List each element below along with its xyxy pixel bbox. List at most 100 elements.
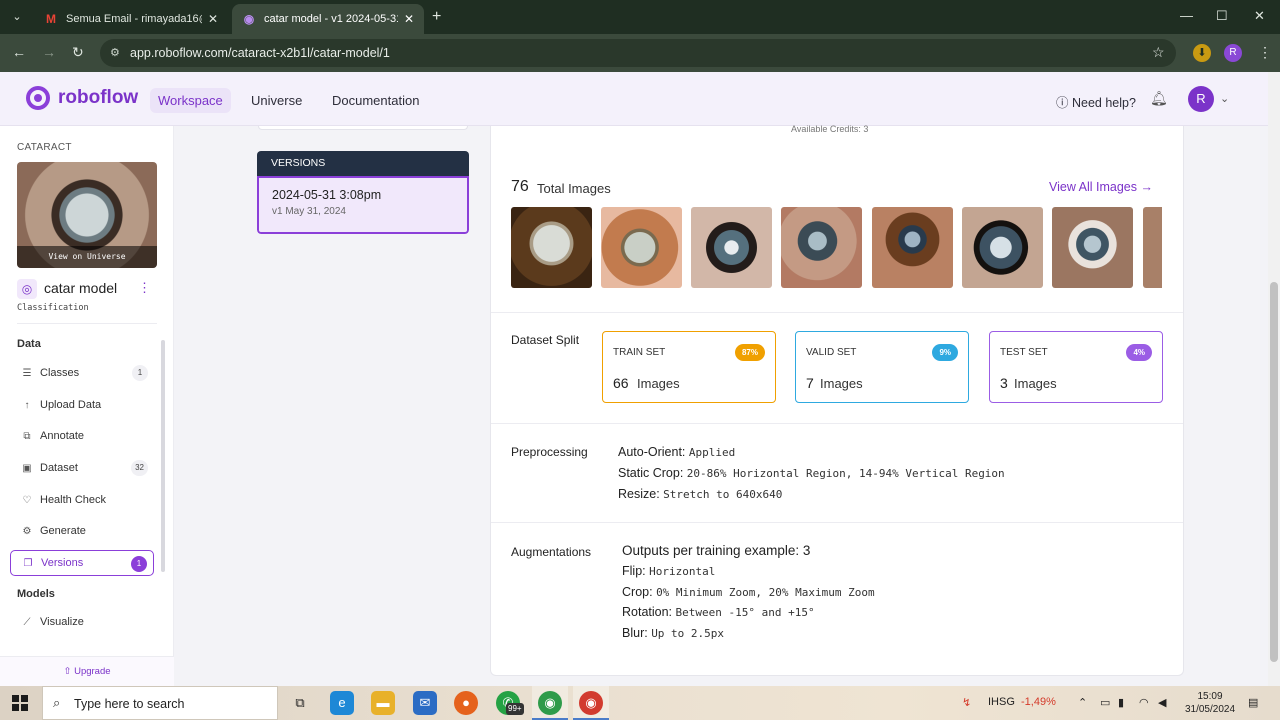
scrollbar-thumb[interactable]	[1270, 282, 1278, 662]
thumbnail-image[interactable]	[781, 207, 862, 288]
roboflow-icon: ◉	[243, 12, 255, 26]
volume-icon[interactable]: ◀	[1158, 696, 1166, 709]
generate-icon: ⚙	[22, 525, 32, 537]
thumbnail-image[interactable]	[1143, 207, 1162, 288]
profile-avatar[interactable]: R	[1224, 44, 1242, 62]
available-credits: Available Credits: 3	[791, 124, 869, 134]
thumbnail-image[interactable]	[1052, 207, 1133, 288]
nav-universe[interactable]: Universe	[243, 88, 310, 113]
stock-chart-icon[interactable]: ↯	[962, 696, 971, 709]
total-images-count: 76	[511, 178, 529, 195]
close-tab-icon[interactable]: ✕	[404, 12, 414, 26]
section-data: Data	[17, 338, 41, 350]
upgrade-button[interactable]: ⇧ Upgrade	[0, 656, 174, 686]
view-all-images-link[interactable]: View All Images →	[1049, 180, 1153, 194]
taskbar-search-box[interactable]: ⌕ Type here to search	[42, 686, 278, 720]
valid-percent-badge: 9%	[932, 344, 958, 361]
new-tab-button[interactable]: +	[432, 8, 441, 26]
sidebar-item-upload-data[interactable]: ↑ Upload Data	[10, 392, 154, 418]
divider	[491, 423, 1183, 424]
need-help-link[interactable]: ⓘ Need help?	[1056, 92, 1136, 111]
close-window-icon[interactable]: ✕	[1254, 8, 1265, 24]
chrome-icon[interactable]: ◉	[538, 691, 562, 715]
thumbnail-image[interactable]	[511, 207, 592, 288]
firefox-icon[interactable]: ●	[454, 691, 478, 715]
minimize-icon[interactable]: —	[1180, 8, 1193, 23]
battery-icon[interactable]: ▮	[1118, 696, 1124, 709]
whatsapp-badge: 99+	[506, 703, 524, 715]
sidebar-item-health-check[interactable]: ♡ Health Check	[10, 487, 154, 513]
notification-icon[interactable]: ▤	[1248, 696, 1258, 709]
bookmark-star-icon[interactable]: ☆	[1152, 44, 1165, 61]
project-thumbnail[interactable]: View on Universe	[17, 162, 157, 268]
chrome-profile-icon[interactable]: ◉	[579, 691, 603, 715]
file-explorer-icon[interactable]: ▬	[371, 691, 395, 715]
forward-icon[interactable]: →	[42, 44, 56, 60]
upgrade-icon: ⇧	[63, 666, 75, 677]
version-search-box[interactable]	[258, 126, 468, 130]
visualize-icon: ⟋	[23, 616, 31, 628]
chevron-up-icon[interactable]: ⌃	[1078, 696, 1087, 709]
roboflow-logo[interactable]: roboflow	[26, 86, 138, 110]
stock-change[interactable]: -1,49%	[1021, 696, 1056, 708]
thumbnail-image[interactable]	[691, 207, 772, 288]
count-badge: 1	[131, 556, 147, 572]
test-set-card[interactable]: TEST SET 4% 3 Images	[989, 331, 1163, 403]
browser-tab-gmail[interactable]: M Semua Email - rimayada16@gm ✕	[34, 4, 228, 34]
version-details-card: Available Credits: 3 76 Total Images Vie…	[490, 124, 1184, 676]
site-info-icon[interactable]: ⚙	[110, 39, 120, 67]
back-icon[interactable]: ←	[12, 44, 26, 60]
browser-tab-bar: ⌄ M Semua Email - rimayada16@gm ✕ ◉ cata…	[0, 0, 1280, 34]
stock-name[interactable]: IHSG	[988, 696, 1015, 708]
sidebar-scrollbar[interactable]	[161, 340, 165, 572]
bell-icon[interactable]: 🔔︎	[1150, 90, 1168, 107]
versions-panel: VERSIONS 2024-05-31 3:08pm v1 May 31, 20…	[257, 151, 469, 234]
dataset-split-label: Dataset Split	[511, 333, 580, 347]
chevron-down-icon[interactable]: ⌄	[1220, 92, 1229, 105]
nav-documentation[interactable]: Documentation	[324, 88, 427, 113]
image-thumbnails	[511, 207, 1162, 288]
dataset-icon: ▣	[22, 462, 32, 474]
url-field[interactable]: ⚙ app.roboflow.com/cataract-x2b1l/catar-…	[100, 39, 1176, 67]
search-icon: ⌕	[53, 695, 61, 710]
valid-set-card[interactable]: VALID SET 9% 7 Images	[795, 331, 969, 403]
preprocessing-label: Preprocessing	[511, 445, 588, 459]
browser-tab-roboflow[interactable]: ◉ catar model - v1 2024-05-31 3:0 ✕	[232, 4, 424, 34]
thumbnail-image[interactable]	[601, 207, 682, 288]
task-view-icon[interactable]: ⧉	[288, 691, 312, 715]
wifi-icon[interactable]: ◠	[1139, 696, 1149, 709]
view-on-universe-link[interactable]: View on Universe	[17, 246, 157, 268]
project-menu-icon[interactable]: ⋮	[138, 280, 151, 296]
edge-icon[interactable]: e	[330, 691, 354, 715]
train-set-card[interactable]: TRAIN SET 87% 66 Images	[602, 331, 776, 403]
nav-workspace[interactable]: Workspace	[150, 88, 231, 113]
arrow-right-icon: →	[1140, 180, 1154, 194]
test-percent-badge: 4%	[1126, 344, 1152, 361]
tab-search-icon[interactable]: ⌄	[8, 8, 26, 26]
reload-icon[interactable]: ↻	[72, 44, 84, 61]
browser-menu-icon[interactable]: ⋮	[1258, 44, 1272, 61]
workspace-name: CATARACT	[17, 142, 72, 153]
preprocessing-static-crop: Static Crop: 20-86% Horizontal Region, 1…	[618, 466, 1005, 480]
download-icon[interactable]: ⬇	[1193, 44, 1211, 62]
maximize-icon[interactable]: ☐	[1216, 8, 1228, 24]
sidebar-item-visualize[interactable]: ⟋ Visualize	[10, 609, 154, 635]
page-scrollbar[interactable]	[1268, 72, 1280, 686]
sidebar-item-classes[interactable]: ☰ Classes 1	[10, 360, 154, 386]
app-header: roboflow Workspace Universe Documentatio…	[0, 72, 1268, 126]
windows-start-icon[interactable]	[12, 695, 28, 711]
version-item[interactable]: 2024-05-31 3:08pm v1 May 31, 2024	[257, 176, 469, 234]
taskbar-clock[interactable]: 15:09 31/05/2024	[1178, 690, 1242, 716]
device-icon[interactable]: ▭	[1100, 696, 1110, 709]
versions-icon: ❐	[23, 557, 33, 569]
sidebar-item-versions[interactable]: ❐ Versions 1	[10, 550, 154, 576]
user-avatar[interactable]: R	[1188, 86, 1214, 112]
sidebar-item-annotate[interactable]: ⧉ Annotate	[10, 423, 154, 449]
thumbnail-image[interactable]	[872, 207, 953, 288]
thumbnail-image[interactable]	[962, 207, 1043, 288]
sidebar-item-dataset[interactable]: ▣ Dataset 32	[10, 455, 154, 481]
close-tab-icon[interactable]: ✕	[208, 12, 218, 26]
annotate-icon: ⧉	[23, 430, 31, 442]
sidebar-item-generate[interactable]: ⚙ Generate	[10, 518, 154, 544]
mail-icon[interactable]: ✉	[413, 691, 437, 715]
